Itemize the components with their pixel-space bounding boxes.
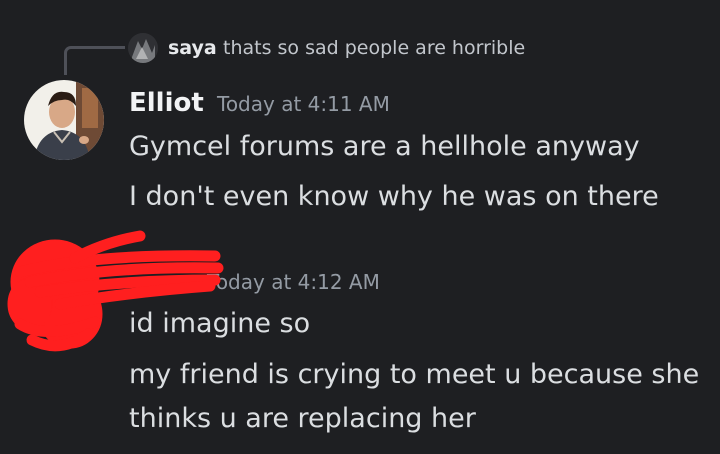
reply-preview-text[interactable]: thats so sad people are horrible (223, 37, 525, 59)
reply-avatar[interactable] (128, 33, 158, 63)
redaction-scribble (7, 230, 224, 352)
message-line: thinks u are replacing her (129, 403, 476, 434)
message-timestamp: Today at 4:11 AM (217, 92, 390, 116)
reply-connector (64, 46, 125, 75)
message-line: my friend is crying to meet u because sh… (129, 359, 700, 390)
avatar[interactable] (24, 80, 104, 160)
message-line: Gymcel forums are a hellhole anyway (129, 131, 640, 162)
message-line: I don't even know why he was on there (129, 181, 659, 212)
message-author[interactable]: Elliot (129, 88, 204, 118)
reply-author[interactable]: saya (168, 37, 217, 59)
